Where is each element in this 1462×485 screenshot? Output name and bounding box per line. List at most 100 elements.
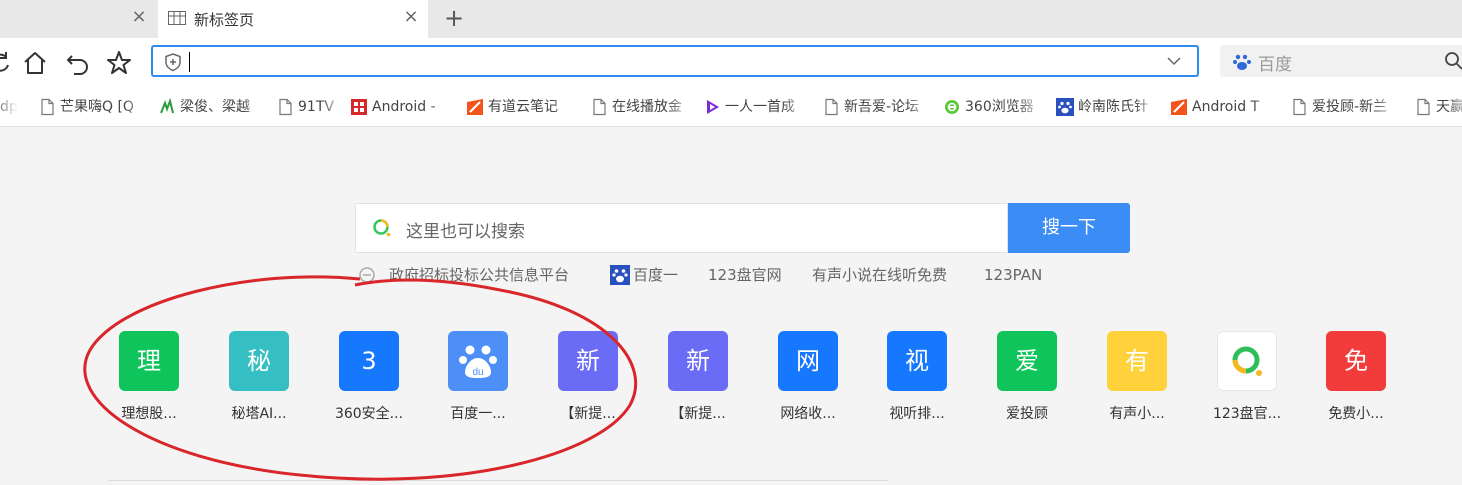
- bookmark-item[interactable]: 360浏览器: [943, 97, 1043, 117]
- tile-glyph: 秘: [247, 347, 271, 375]
- bookmark-item[interactable]: 爱投顾-新兰: [1290, 97, 1400, 117]
- tile-glyph: 新: [686, 347, 710, 375]
- favorite-button[interactable]: [104, 48, 134, 78]
- page-icon: [822, 98, 840, 116]
- baidu-paw-icon: [610, 265, 630, 285]
- home-button[interactable]: [20, 48, 50, 78]
- search-button[interactable]: 搜一下: [1008, 203, 1130, 253]
- search-placeholder: 这里也可以搜索: [406, 217, 525, 242]
- bookmark-item[interactable]: 新吾爱-论坛: [822, 97, 932, 117]
- tile-label: 秘塔AI...: [204, 403, 314, 423]
- search-icon[interactable]: [1444, 51, 1462, 71]
- toolbar: 百度: [0, 38, 1462, 88]
- tile-label: 有声小...: [1082, 403, 1192, 423]
- tile-icon: 秘: [229, 331, 289, 391]
- shortcut-tile[interactable]: 3 360安全...: [314, 331, 424, 431]
- tab-title: 新标签页: [194, 9, 254, 30]
- search-engine-box[interactable]: 百度: [1220, 45, 1462, 77]
- tile-glyph: 有: [1125, 347, 1149, 375]
- bookmark-label: Android -: [372, 97, 436, 117]
- tab-strip: × 新标签页 × +: [0, 0, 1462, 38]
- bookmark-item[interactable]: 91TV: [276, 97, 346, 117]
- page-icon: [1290, 98, 1308, 116]
- close-tab-icon[interactable]: ×: [402, 8, 420, 26]
- bookmark-label: 芒果嗨Q [Q: [60, 97, 134, 117]
- hot-link[interactable]: 政府招标投标公共信息平台: [389, 264, 569, 286]
- hot-link[interactable]: 百度一: [633, 264, 678, 286]
- tile-glyph: 3: [361, 347, 376, 375]
- tile-icon: 有: [1107, 331, 1167, 391]
- tab-new-tab[interactable]: 新标签页 ×: [158, 0, 428, 38]
- bookmark-item[interactable]: Android T: [1170, 97, 1278, 117]
- page-icon: [38, 98, 56, 116]
- divider: [108, 480, 888, 485]
- shortcut-tile[interactable]: 123盘官...: [1192, 331, 1302, 431]
- star-icon: [104, 48, 134, 78]
- tile-icon: 新: [558, 331, 618, 391]
- tile-glyph: 新: [576, 347, 600, 375]
- bookmark-item[interactable]: 梁俊、梁越: [158, 97, 268, 117]
- chevron-down-icon[interactable]: [1165, 54, 1183, 68]
- shortcut-tile[interactable]: du 百度一...: [423, 331, 533, 431]
- page-icon: [1414, 98, 1432, 116]
- tile-glyph: 视: [905, 347, 929, 375]
- new-tab-button[interactable]: +: [442, 6, 466, 30]
- tile-icon: 理: [119, 331, 179, 391]
- bookmark-item[interactable]: 岭南陈氏针: [1056, 97, 1160, 117]
- tile-label: 百度一...: [423, 403, 533, 423]
- search-input[interactable]: 这里也可以搜索: [355, 203, 1008, 253]
- bookmark-item[interactable]: 天赢: [1414, 97, 1462, 117]
- tile-label: 【新提...: [533, 403, 643, 423]
- tile-glyph: 免: [1344, 347, 1368, 375]
- shortcut-tile[interactable]: 新【新提...: [643, 331, 753, 431]
- shortcut-tile[interactable]: 秘秘塔AI...: [204, 331, 314, 431]
- hot-link[interactable]: 123盘官网: [708, 264, 782, 286]
- undo-close-button[interactable]: [63, 48, 93, 78]
- gov-link-icon: [357, 265, 377, 285]
- tile-label: 免费小...: [1301, 403, 1411, 423]
- address-bar[interactable]: [151, 45, 1199, 77]
- hot-link[interactable]: 123PAN: [984, 264, 1042, 286]
- paw-icon: [1056, 98, 1074, 116]
- tile-icon: 视: [887, 331, 947, 391]
- bookmark-label: 梁俊、梁越: [180, 97, 250, 117]
- shortcut-tile[interactable]: 有有声小...: [1082, 331, 1192, 431]
- tile-icon: [1217, 331, 1277, 391]
- page-icon: [590, 98, 608, 116]
- bookmark-item[interactable]: 有道云笔记: [466, 97, 578, 117]
- tile-label: 视听排...: [862, 403, 972, 423]
- bookmark-item[interactable]: 在线播放金: [590, 97, 694, 117]
- shortcut-tile[interactable]: 爱爱投顾: [972, 331, 1082, 431]
- youdao-icon: [466, 98, 484, 116]
- home-icon: [20, 48, 50, 78]
- tile-icon: 免: [1326, 331, 1386, 391]
- bookmark-item[interactable]: dp: [0, 97, 18, 117]
- bookmark-item[interactable]: 芒果嗨Q [Q: [38, 97, 150, 117]
- hot-link[interactable]: 有声小说在线听免费: [812, 264, 947, 286]
- tile-icon: du: [448, 331, 508, 391]
- shortcut-tile[interactable]: 视视听排...: [862, 331, 972, 431]
- shortcut-tile[interactable]: 网网络收...: [753, 331, 863, 431]
- close-tab-icon[interactable]: ×: [130, 8, 148, 26]
- refresh-icon: [0, 48, 16, 78]
- tile-icon: 爱: [997, 331, 1057, 391]
- page-icon: [276, 98, 294, 116]
- bookmark-label: Android T: [1192, 97, 1259, 117]
- bookmark-item[interactable]: Android -: [350, 97, 454, 117]
- 360-search-icon: [372, 218, 392, 238]
- undo-icon: [63, 48, 93, 78]
- shortcut-tile[interactable]: 免免费小...: [1301, 331, 1411, 431]
- search-engine-name: 百度: [1258, 50, 1292, 75]
- shortcut-tile[interactable]: 理理想股...: [94, 331, 204, 431]
- shortcut-tile[interactable]: 新【新提...: [533, 331, 643, 431]
- tile-label: 360安全...: [314, 403, 424, 423]
- bookmark-label: 有道云笔记: [488, 97, 558, 117]
- refresh-button[interactable]: [0, 48, 16, 78]
- grid-page-icon: [168, 11, 186, 25]
- baidu-paw-icon: [1232, 52, 1252, 72]
- tab-previous[interactable]: ×: [0, 0, 158, 38]
- leaf-icon: [158, 98, 176, 116]
- tile-glyph: 理: [137, 347, 161, 375]
- tile-glyph: 网: [796, 347, 820, 375]
- bookmark-item[interactable]: 一人一首成: [703, 97, 809, 117]
